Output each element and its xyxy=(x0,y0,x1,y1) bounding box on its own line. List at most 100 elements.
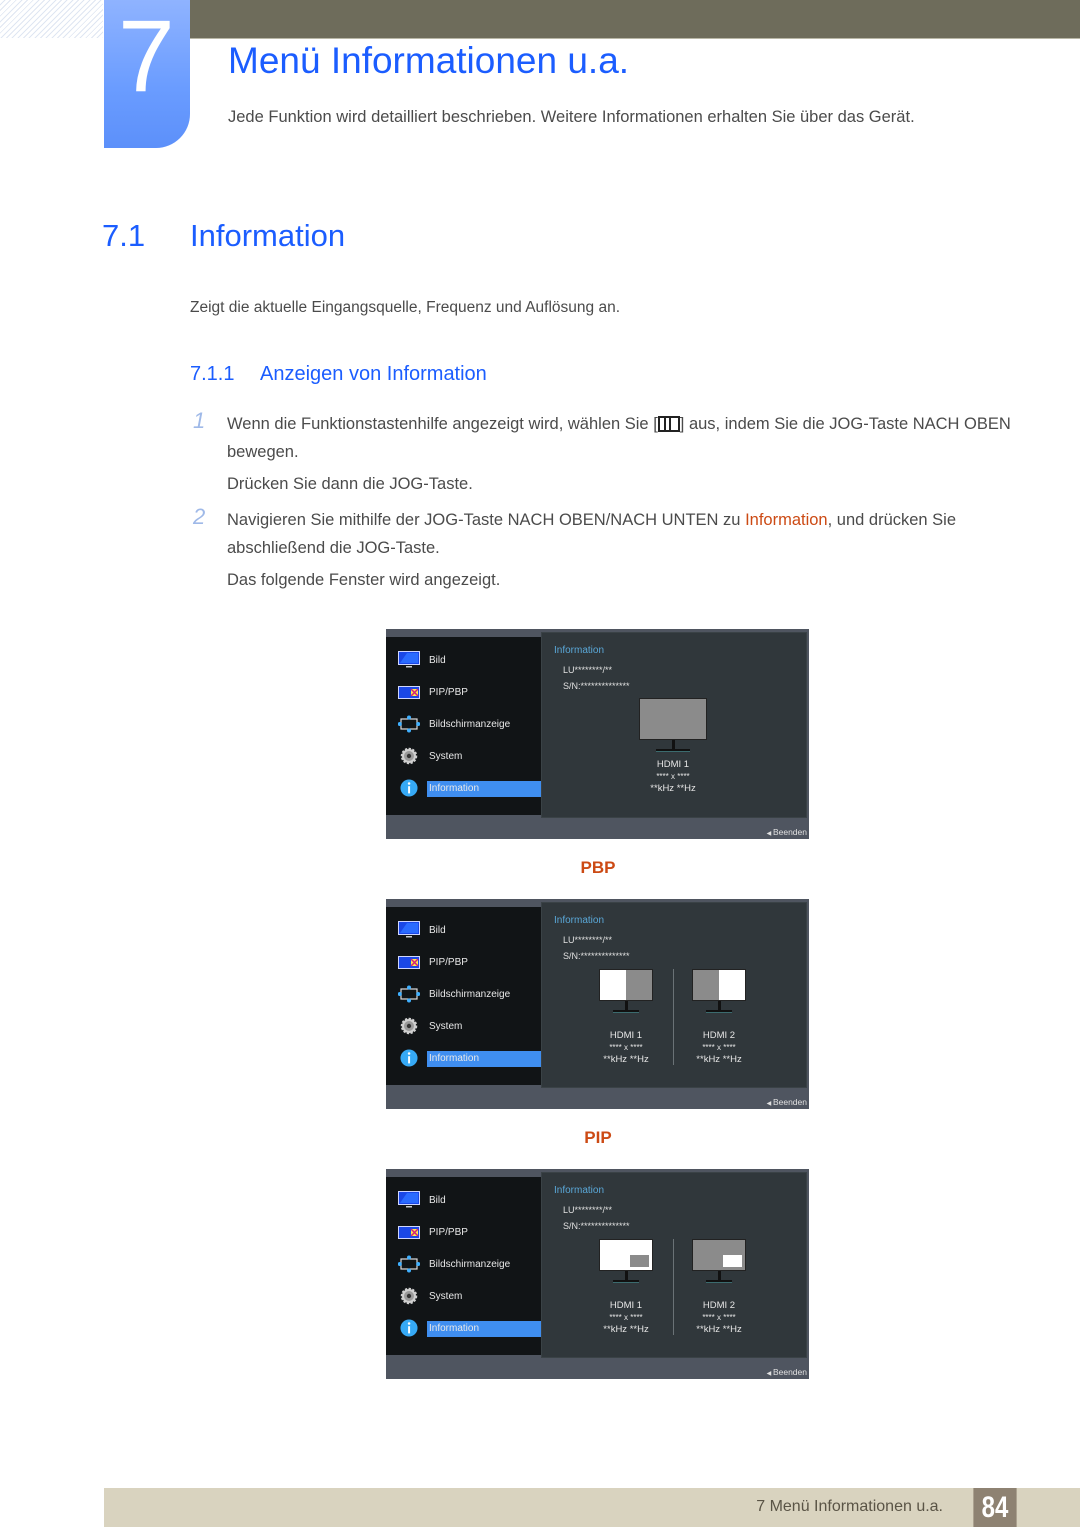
osd-menu-item-label: PIP/PBP xyxy=(429,957,468,968)
section-description: Zeigt die aktuelle Eingangsquelle, Frequ… xyxy=(190,299,620,316)
chapter-number: 7 xyxy=(118,0,175,113)
monitor-base xyxy=(613,1280,639,1283)
osd-menu-item-label: Bildschirmanzeige xyxy=(429,719,511,730)
source-frequency: **kHz **Hz xyxy=(696,1054,742,1065)
osd-window-single: Bild PIP/PBP Bildschirmanzeige System Inform… xyxy=(386,629,809,839)
exit-label: Beenden xyxy=(772,827,807,837)
step-1-extra: Drücken Sie dann die JOG-Taste. xyxy=(227,475,473,493)
osd-menu-item-label: PIP/PBP xyxy=(429,1227,468,1238)
monitor-screen xyxy=(639,698,707,740)
step-number-1: 1 xyxy=(193,408,206,433)
section-number: 7.1 xyxy=(102,218,146,253)
osd-menu-item[interactable]: Information xyxy=(398,1319,541,1339)
osd-serial: S/N:************** xyxy=(563,1221,630,1231)
source-resolution: **** x **** xyxy=(609,1043,643,1052)
osd-info-panel: Information LU********/** S/N:************… xyxy=(541,1172,807,1358)
pip-inset xyxy=(723,1255,742,1267)
source-name: HDMI 1 xyxy=(656,759,690,770)
osd-menu-list: Bild PIP/PBP Bildschirmanzeige System Inform… xyxy=(386,907,541,1085)
gear-icon xyxy=(398,1017,420,1035)
pip-label: PIP xyxy=(584,1128,612,1147)
page-number: 84 xyxy=(973,1488,1017,1527)
osd-menu-item[interactable]: PIP/PBP xyxy=(398,683,541,703)
osd-menu-item-label: System xyxy=(429,1021,463,1032)
exit-label: Beenden xyxy=(772,1367,807,1377)
osd-model: LU********/** xyxy=(563,935,613,945)
monitor-base xyxy=(656,749,690,752)
source-frequency: **kHz **Hz xyxy=(696,1324,742,1335)
osd-menu-item[interactable]: Information xyxy=(398,779,541,799)
source-name: HDMI 1 xyxy=(609,1030,643,1041)
osd-menu-item[interactable]: PIP/PBP xyxy=(398,953,541,973)
osd-menu-item[interactable]: PIP/PBP xyxy=(398,1223,541,1243)
chapter-subtitle: Jede Funktion wird detailliert beschrieb… xyxy=(228,108,915,126)
osd-info-title: Information xyxy=(554,1185,605,1196)
monitor-base xyxy=(613,1010,639,1013)
source-info: HDMI 1 **** x **** **kHz **Hz xyxy=(576,1300,676,1336)
source-info: HDMI 2 **** x **** **kHz **Hz xyxy=(669,1300,769,1336)
chapter-number-badge: 7 xyxy=(104,0,190,148)
osd-menu-item[interactable]: System xyxy=(398,747,541,767)
picture-monitor-icon xyxy=(398,921,420,939)
step-2-text-before: Navigieren Sie mithilfe der JOG-Taste NA… xyxy=(227,511,746,529)
osd-window-pip: Bild PIP/PBP Bildschirmanzeige System Inform… xyxy=(386,1169,809,1379)
exit-button[interactable]: ◀ Beenden xyxy=(767,1097,807,1107)
step-2-extra: Das folgende Fenster wird angezeigt. xyxy=(227,571,501,589)
osd-menu-item[interactable]: Bild xyxy=(398,651,541,671)
info-icon xyxy=(398,779,420,797)
osd-menu-item-label: Bild xyxy=(429,925,446,936)
source-frequency: **kHz **Hz xyxy=(603,1324,649,1335)
menu-icon xyxy=(657,416,680,432)
osd-model: LU********/** xyxy=(563,665,613,675)
osd-menu-item[interactable]: Bild xyxy=(398,921,541,941)
onscreen-display-icon xyxy=(397,1255,421,1273)
source-info: HDMI 2 **** x **** **kHz **Hz xyxy=(669,1030,769,1066)
monitor-base xyxy=(706,1280,732,1283)
osd-menu-item-label: System xyxy=(429,751,463,762)
source-name: HDMI 1 xyxy=(609,1300,643,1311)
osd-menu-item-label: Bild xyxy=(429,655,446,666)
header-hatch-decoration xyxy=(0,0,103,38)
header-bar xyxy=(190,0,1080,39)
source-frequency: **kHz **Hz xyxy=(603,1054,649,1065)
osd-menu-item[interactable]: Bild xyxy=(398,1191,541,1211)
osd-menu-item-label: System xyxy=(429,1291,463,1302)
osd-menu-item[interactable]: System xyxy=(398,1287,541,1307)
pip-pbp-icon xyxy=(398,683,420,701)
osd-menu-list: Bild PIP/PBP Bildschirmanzeige System Inform… xyxy=(386,637,541,815)
osd-menu-item-label: PIP/PBP xyxy=(429,687,468,698)
gear-icon xyxy=(398,747,420,765)
source-name: HDMI 2 xyxy=(702,1300,736,1311)
source-resolution: **** x **** xyxy=(656,772,690,781)
osd-menu-item[interactable]: Bildschirmanzeige xyxy=(397,715,541,735)
osd-menu-item[interactable]: System xyxy=(398,1017,541,1037)
source-resolution: **** x **** xyxy=(702,1043,736,1052)
monitor-screen xyxy=(692,1239,746,1271)
osd-menu-item[interactable]: Bildschirmanzeige xyxy=(397,985,541,1005)
source-info: HDMI 1 **** x **** **kHz **Hz xyxy=(576,1030,676,1066)
source-resolution: **** x **** xyxy=(702,1313,736,1322)
onscreen-display-icon xyxy=(397,985,421,1003)
source-info: HDMI 1 **** x **** **kHz **Hz xyxy=(623,759,723,795)
subsection-number: 7.1.1 xyxy=(190,363,235,385)
exit-button[interactable]: ◀ Beenden xyxy=(767,827,807,837)
pbp-label: PBP xyxy=(580,858,616,877)
osd-menu-item-label: Information xyxy=(427,1321,541,1337)
monitor-stand xyxy=(718,1271,721,1280)
osd-menu-item-label: Information xyxy=(427,781,541,797)
osd-menu-item-label: Bildschirmanzeige xyxy=(429,989,511,1000)
osd-menu-item[interactable]: Information xyxy=(398,1049,541,1069)
step-1-text-before: Wenn die Funktionstastenhilfe angezeigt … xyxy=(227,415,658,433)
osd-info-panel: Information LU********/** S/N:************… xyxy=(541,632,807,818)
osd-info-title: Information xyxy=(554,645,605,656)
step-2-highlight: Information xyxy=(745,511,828,529)
osd-serial: S/N:************** xyxy=(563,951,630,961)
osd-menu-item[interactable]: Bildschirmanzeige xyxy=(397,1255,541,1275)
pip-inset xyxy=(630,1255,649,1267)
info-icon xyxy=(398,1319,420,1337)
source-resolution: **** x **** xyxy=(609,1313,643,1322)
monitor-screen xyxy=(599,969,653,1001)
subsection-title: Anzeigen von Information xyxy=(260,363,487,385)
osd-menu-item-label: Bildschirmanzeige xyxy=(429,1259,511,1270)
exit-button[interactable]: ◀ Beenden xyxy=(767,1367,807,1377)
